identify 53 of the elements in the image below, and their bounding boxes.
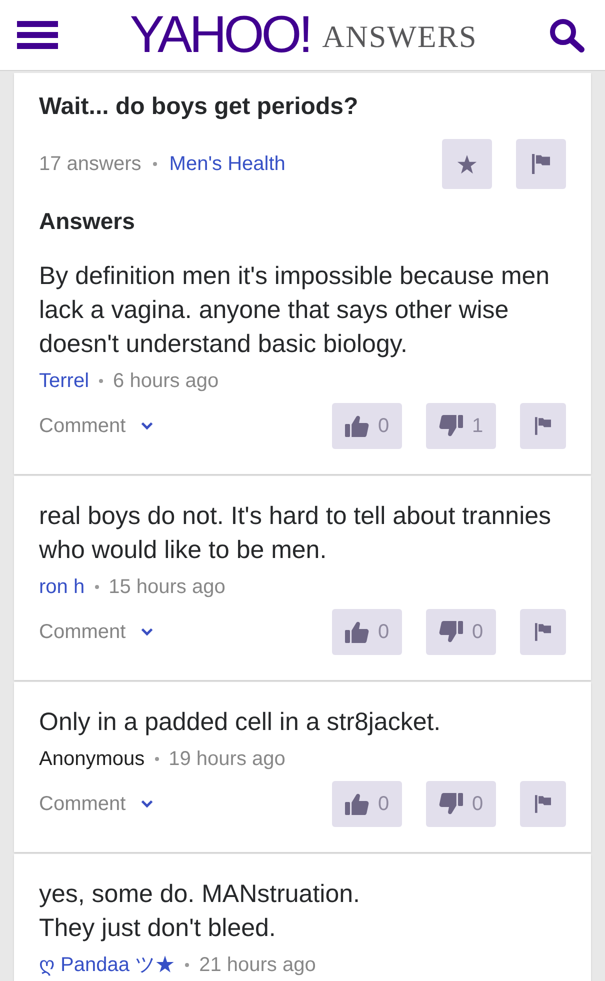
answer-time: 21 hours ago bbox=[199, 953, 316, 977]
chevron-down-icon bbox=[140, 628, 153, 636]
thumbs-down-button[interactable]: 0 bbox=[426, 609, 496, 655]
question-title: Wait... do boys get periods? bbox=[39, 92, 360, 122]
answer-text: By definition men it's impossible because men lack a vagina. anyone that says other wise doesn't understand basic biology. bbox=[39, 261, 551, 360]
flag-icon bbox=[532, 154, 550, 174]
answer-text: real boys do not. It's hard to tell about trannies who would like to be men. bbox=[39, 501, 552, 566]
comment-button[interactable]: Comment bbox=[39, 792, 153, 816]
thumbs-down-button[interactable]: 1 bbox=[426, 403, 496, 449]
logo-wordmark: YAHOO! bbox=[130, 9, 310, 61]
thumbs-up-icon bbox=[344, 793, 369, 815]
separator-dot-icon bbox=[154, 757, 159, 761]
section-heading: Answers bbox=[39, 207, 136, 236]
separator-dot-icon bbox=[99, 379, 104, 383]
separator-dot-icon bbox=[153, 162, 158, 166]
answer-count: 17 answers bbox=[39, 152, 142, 176]
thumbs-up-icon bbox=[344, 415, 369, 437]
flag-button[interactable] bbox=[520, 609, 566, 655]
answer-text: Only in a padded cell in a str8jacket. bbox=[39, 707, 442, 738]
answer-time: 15 hours ago bbox=[108, 575, 226, 599]
flag-button[interactable] bbox=[516, 139, 566, 189]
flag-button[interactable] bbox=[520, 403, 566, 449]
comment-button[interactable]: Comment bbox=[39, 620, 153, 644]
thumbs-down-button[interactable]: 0 bbox=[426, 781, 496, 827]
flag-icon bbox=[535, 795, 551, 813]
answer-time: 19 hours ago bbox=[168, 747, 286, 771]
answer-time: 6 hours ago bbox=[113, 369, 219, 393]
category-link[interactable]: Men's Health bbox=[169, 152, 286, 176]
chevron-down-icon bbox=[140, 422, 153, 430]
thumbs-down-icon bbox=[438, 793, 463, 815]
author-link[interactable]: ღ Pandaa ツ★ bbox=[39, 953, 176, 977]
separator-dot-icon bbox=[94, 585, 99, 589]
chevron-down-icon bbox=[140, 800, 153, 808]
author-name: Anonymous bbox=[39, 747, 145, 771]
comment-button[interactable]: Comment bbox=[39, 414, 153, 438]
thumbs-down-icon bbox=[438, 415, 463, 437]
flag-icon bbox=[535, 623, 551, 641]
thumbs-up-button[interactable]: 0 bbox=[332, 403, 402, 449]
separator-dot-icon bbox=[185, 963, 190, 967]
star-button[interactable] bbox=[442, 139, 492, 189]
author-link[interactable]: Terrel bbox=[39, 369, 90, 393]
search-icon[interactable] bbox=[548, 18, 585, 52]
menu-icon[interactable] bbox=[17, 21, 58, 49]
thumbs-up-button[interactable]: 0 bbox=[332, 609, 402, 655]
thumbs-up-button[interactable]: 0 bbox=[332, 781, 402, 827]
thumbs-up-icon bbox=[344, 621, 369, 643]
logo-subtitle: ANSWERS bbox=[322, 20, 478, 52]
thumbs-down-icon bbox=[438, 621, 463, 643]
flag-button[interactable] bbox=[520, 781, 566, 827]
star-icon bbox=[457, 154, 477, 174]
author-link[interactable]: ron h bbox=[39, 575, 85, 599]
answer-text: yes, some do. MANstruation. They just don't bleed. bbox=[39, 879, 361, 944]
flag-icon bbox=[535, 417, 551, 435]
